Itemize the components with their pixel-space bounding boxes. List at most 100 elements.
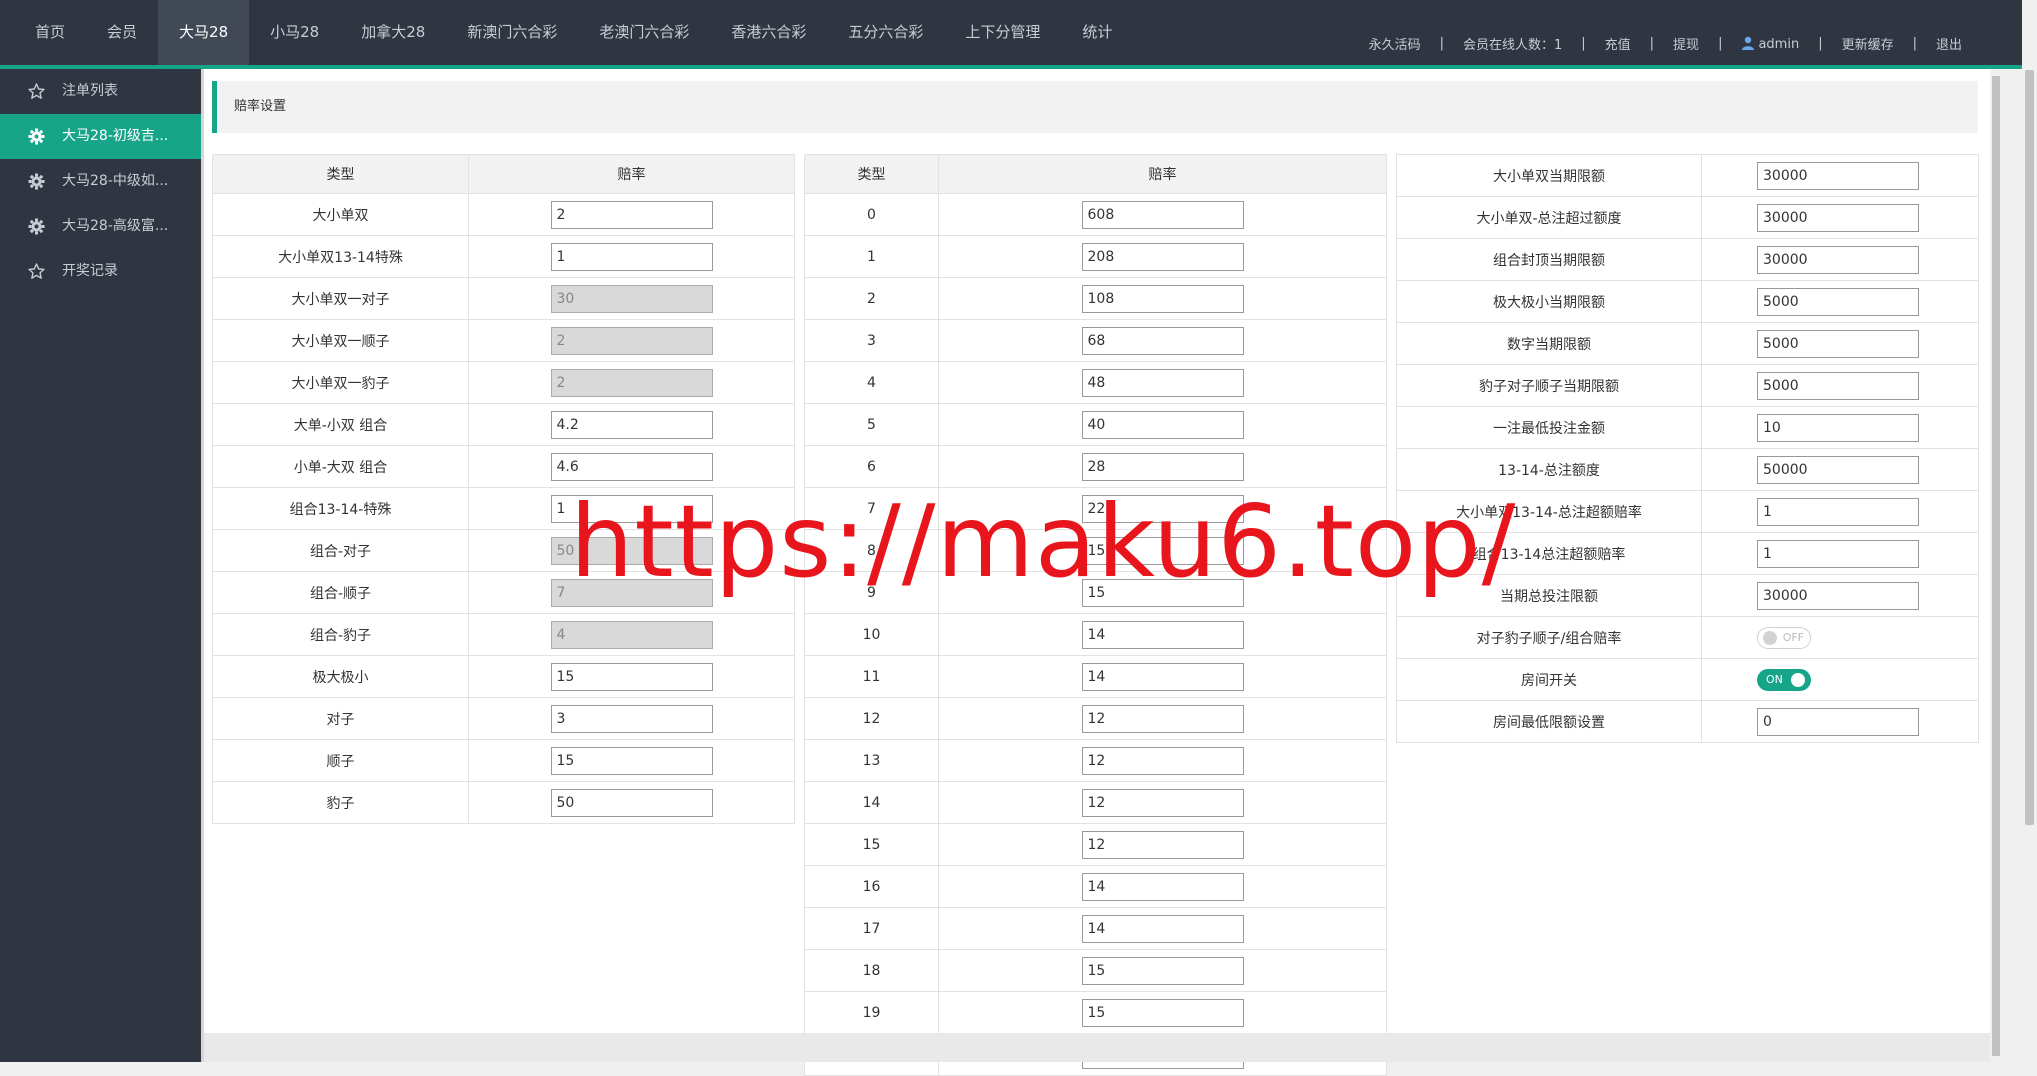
nav-item[interactable]: 统计 <box>1061 0 1133 65</box>
sidebar-item[interactable]: 大马28-初级吉... <box>0 114 201 159</box>
odds-cell <box>938 613 1387 656</box>
sidebar-item[interactable]: 开奖记录 <box>0 249 201 294</box>
table-row: 13-14-总注额度 <box>1396 448 1979 491</box>
odds-input[interactable] <box>1081 830 1244 859</box>
sum-number-label: 7 <box>804 487 939 530</box>
limit-cell <box>1701 574 1979 617</box>
nav-item[interactable]: 新澳门六合彩 <box>446 0 578 65</box>
window-scrollbar-thumb[interactable] <box>2025 70 2034 825</box>
table-row: 组合-对子 <box>212 529 795 572</box>
sidebar-item[interactable]: 大马28-高级富... <box>0 204 201 249</box>
nav-item[interactable]: 大马28 <box>158 0 250 65</box>
limit-input[interactable] <box>1757 371 1919 400</box>
odds-cell <box>938 823 1387 866</box>
odds-input[interactable] <box>550 410 713 439</box>
limit-input[interactable] <box>1757 539 1919 568</box>
limit-label: 大小单双-总注超过额度 <box>1396 196 1702 239</box>
odds-input[interactable] <box>550 494 713 523</box>
nav-item[interactable]: 会员 <box>86 0 158 65</box>
table-row: 2 <box>804 277 1387 320</box>
odds-input[interactable] <box>1081 284 1244 313</box>
gear-icon <box>28 173 45 190</box>
odds-cell <box>938 445 1387 488</box>
limit-cell <box>1701 364 1979 407</box>
odds-input[interactable] <box>1081 326 1244 355</box>
limit-input[interactable] <box>1757 329 1919 358</box>
odds-input[interactable] <box>1081 410 1244 439</box>
odds-input[interactable] <box>1081 662 1244 691</box>
sidebar-item[interactable]: 大马28-中级如... <box>0 159 201 204</box>
nav-item[interactable]: 香港六合彩 <box>710 0 827 65</box>
odds-input[interactable] <box>550 452 713 481</box>
odds-input[interactable] <box>1081 200 1244 229</box>
table-row: 数字当期限额 <box>1396 322 1979 365</box>
sum-number-label: 19 <box>804 991 939 1034</box>
limit-label: 一注最低投注金额 <box>1396 406 1702 449</box>
table-row: 对子豹子顺子/组合赔率 OFF <box>1396 616 1979 659</box>
odds-input[interactable] <box>1081 704 1244 733</box>
table-row: 对子 <box>212 697 795 740</box>
odds-cell <box>938 529 1387 572</box>
odds-input[interactable] <box>1081 242 1244 271</box>
odds-type-label: 大单-小双 组合 <box>212 403 469 446</box>
nav-item[interactable]: 首页 <box>14 0 86 65</box>
odds-cell <box>468 361 795 404</box>
table-row: 一注最低投注金额 <box>1396 406 1979 449</box>
odds-input[interactable] <box>550 662 713 691</box>
odds-input[interactable] <box>1081 872 1244 901</box>
odds-cell <box>468 529 795 572</box>
odds-input[interactable] <box>1081 536 1244 565</box>
limit-input[interactable] <box>1757 413 1919 442</box>
odds-input[interactable] <box>1081 746 1244 775</box>
odds-input[interactable] <box>1081 620 1244 649</box>
limit-input[interactable] <box>1757 581 1919 610</box>
odds-input[interactable] <box>550 704 713 733</box>
nav-item[interactable]: 五分六合彩 <box>827 0 944 65</box>
odds-input[interactable] <box>1081 578 1244 607</box>
odds-cell <box>468 655 795 698</box>
limit-input[interactable] <box>1757 497 1919 526</box>
nav-item[interactable]: 加拿大28 <box>340 0 446 65</box>
odds-type-label: 顺子 <box>212 739 469 782</box>
limit-input[interactable] <box>1757 287 1919 316</box>
odds-input[interactable] <box>1081 368 1244 397</box>
odds-input[interactable] <box>1081 998 1244 1027</box>
permanent-code-link[interactable]: 永久活码 <box>1369 34 1421 53</box>
main-content: 赔率设置 类型 赔率 大小单双大小单双13-14特殊大小单双一对子大小单双一顺子… <box>204 69 1998 1076</box>
limit-input[interactable] <box>1757 203 1919 232</box>
odds-input[interactable] <box>1081 494 1244 523</box>
limit-input[interactable] <box>1757 455 1919 484</box>
odds-cell <box>468 613 795 656</box>
content-scrollbar-thumb[interactable] <box>1992 76 2000 1056</box>
nav-item[interactable]: 小马28 <box>249 0 340 65</box>
odds-input[interactable] <box>550 746 713 775</box>
sidebar-item-label: 大马28-中级如... <box>62 173 169 189</box>
nav-item[interactable]: 上下分管理 <box>944 0 1061 65</box>
toggle-switch[interactable]: OFF <box>1757 626 1811 649</box>
odds-input[interactable] <box>1081 956 1244 985</box>
odds-input[interactable] <box>550 788 713 817</box>
odds-input[interactable] <box>550 242 713 271</box>
top-right-menu: 永久活码 | 会员在线人数：1 | 充值 | 提现 | admin | 更新缓存… <box>1369 34 1962 53</box>
odds-input[interactable] <box>550 200 713 229</box>
recharge-link[interactable]: 充值 <box>1605 34 1631 53</box>
odds-input[interactable] <box>1081 914 1244 943</box>
refresh-cache-link[interactable]: 更新缓存 <box>1842 34 1894 53</box>
table-row: 组合封顶当期限额 <box>1396 238 1979 281</box>
odds-cell <box>938 697 1387 740</box>
sidebar-item-label: 注单列表 <box>62 83 118 99</box>
odds-input[interactable] <box>1081 452 1244 481</box>
withdraw-link[interactable]: 提现 <box>1673 34 1699 53</box>
limit-input[interactable] <box>1757 161 1919 190</box>
table-row: 大小单双一对子 <box>212 277 795 320</box>
table-row: 大小单双 <box>212 193 795 236</box>
limit-input[interactable] <box>1757 707 1919 736</box>
logout-link[interactable]: 退出 <box>1936 34 1962 53</box>
nav-item[interactable]: 老澳门六合彩 <box>578 0 710 65</box>
odds-input <box>550 536 713 565</box>
toggle-switch[interactable]: ON <box>1757 668 1811 691</box>
odds-input[interactable] <box>1081 788 1244 817</box>
user-menu[interactable]: admin <box>1741 36 1799 52</box>
limit-input[interactable] <box>1757 245 1919 274</box>
sidebar-item[interactable]: 注单列表 <box>0 69 201 114</box>
